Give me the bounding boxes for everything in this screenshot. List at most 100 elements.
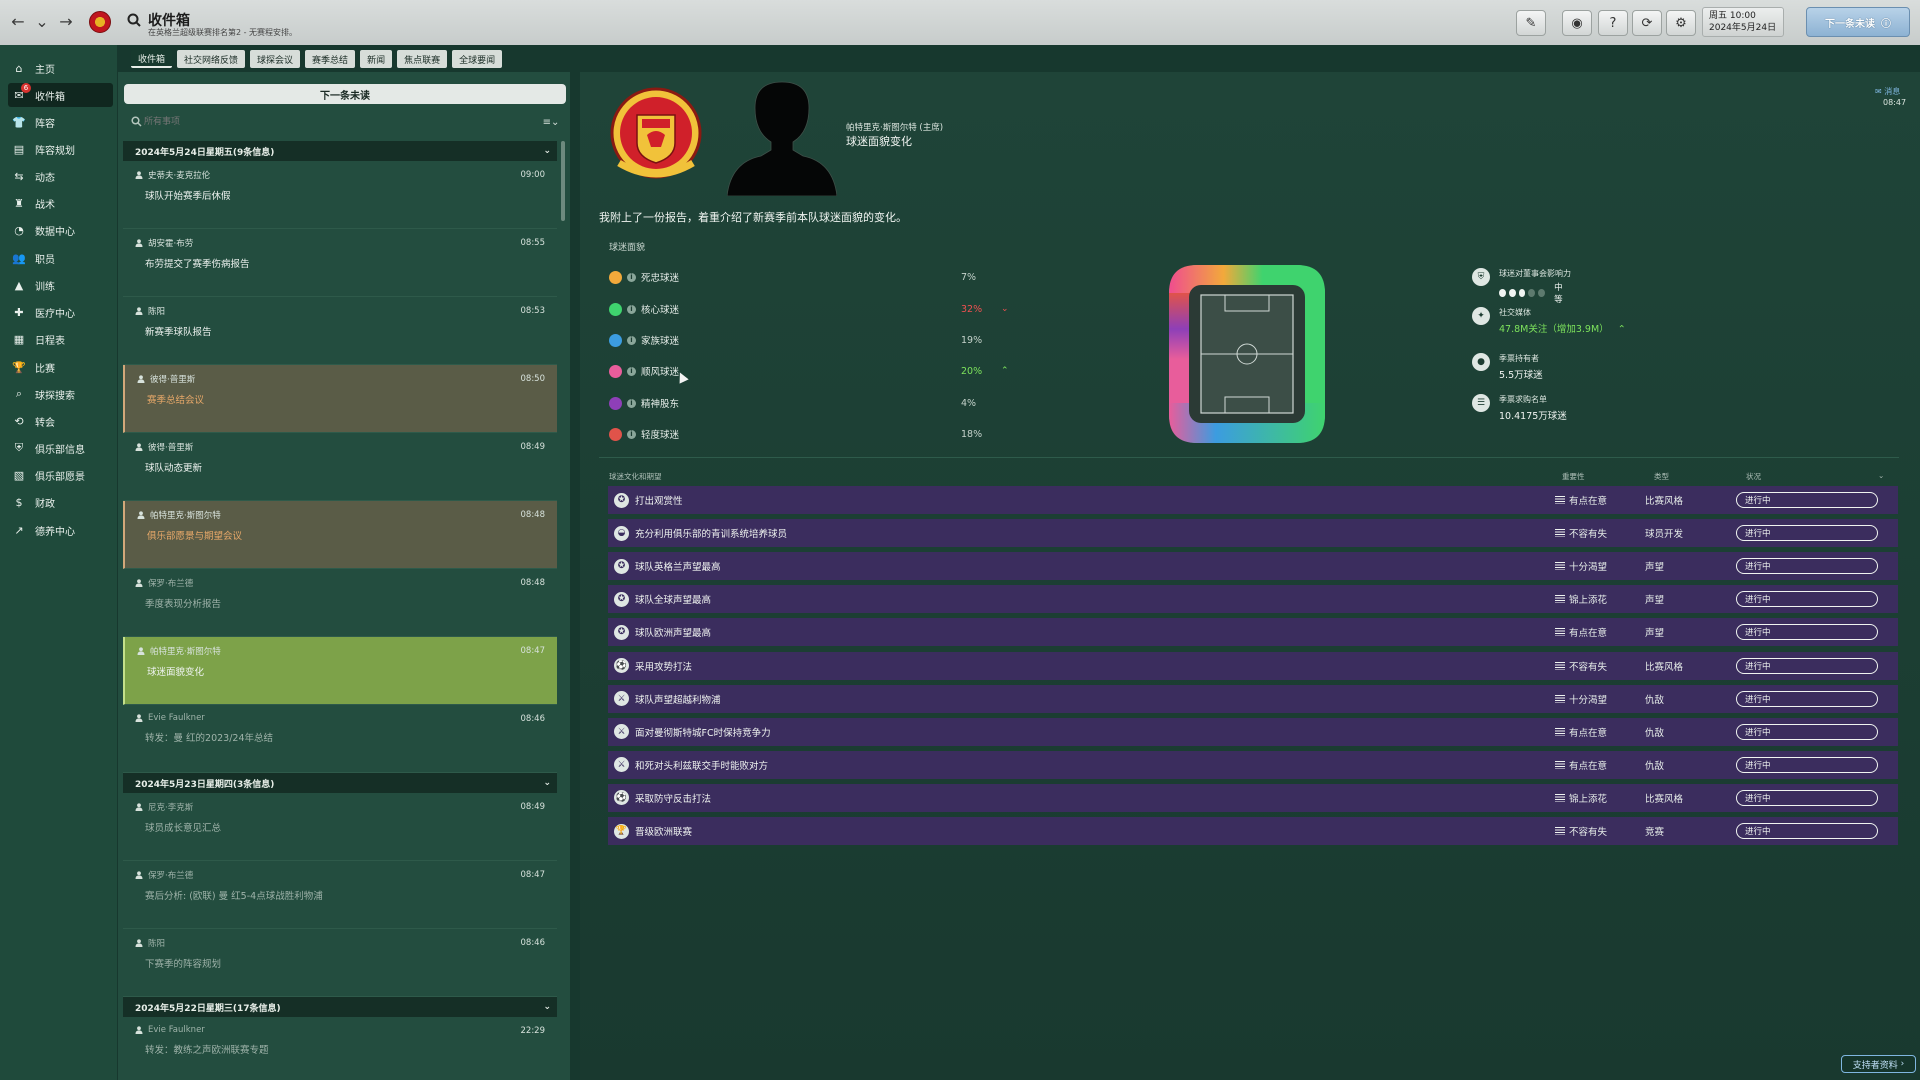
- fan-group-row[interactable]: i 精神股东 4%: [609, 394, 1039, 412]
- sidebar-item[interactable]: ↗ 德养中心: [8, 518, 113, 542]
- sidebar-item[interactable]: ▲ 训练: [8, 273, 113, 297]
- filter-menu-icon[interactable]: ≡⌄: [541, 117, 561, 128]
- sidebar-item[interactable]: ◔ 数据中心: [8, 218, 113, 242]
- settings-button[interactable]: ⚙: [1666, 10, 1696, 36]
- info-icon[interactable]: i: [627, 304, 636, 314]
- message-intro: 我附上了一份报告，着重介绍了新赛季前本队球迷面貌的变化。: [599, 211, 907, 224]
- back-icon[interactable]: ←: [10, 12, 26, 31]
- message-item[interactable]: 胡安霍·布劳 08:55 布劳提交了赛季伤病报告: [123, 229, 557, 297]
- message-item[interactable]: Evie Faulkner 08:46 转发：曼 红的2023/24年总结: [123, 705, 557, 773]
- info-icon[interactable]: i: [627, 335, 636, 345]
- culture-row[interactable]: ⚔ 面对曼彻斯特城FC时保持竞争力 有点在意 仇敌 进行中: [608, 717, 1898, 746]
- culture-status[interactable]: 进行中: [1736, 492, 1878, 508]
- sidebar-item[interactable]: ⟲ 转会: [8, 409, 113, 433]
- club-crest-icon[interactable]: [89, 11, 111, 33]
- fan-group-row[interactable]: i 家族球迷 19%: [609, 331, 1039, 349]
- sidebar-item[interactable]: 👕 阵容: [8, 110, 113, 134]
- culture-status[interactable]: 进行中: [1736, 789, 1878, 806]
- fan-group-row[interactable]: i 顺风球迷 20% ⌃: [609, 362, 1039, 380]
- day-header[interactable]: 2024年5月23日星期四(3条信息) ⌄: [123, 773, 557, 793]
- culture-status[interactable]: 进行中: [1736, 690, 1878, 707]
- supporter-profile-button[interactable]: 支持者资料 ›: [1841, 1055, 1916, 1073]
- forward-icon[interactable]: →: [58, 12, 74, 31]
- sidebar-item[interactable]: ⛨ 俱乐部信息: [8, 436, 113, 460]
- col-type[interactable]: 类型: [1654, 471, 1669, 482]
- inbox-tab[interactable]: 新闻: [360, 50, 393, 68]
- info-icon[interactable]: i: [627, 272, 636, 282]
- scrollbar[interactable]: [561, 141, 565, 221]
- message-item[interactable]: 保罗·布兰德 08:48 季度表现分析报告: [123, 569, 557, 637]
- message-item[interactable]: 彼得·普里斯 08:49 球队动态更新: [123, 433, 557, 501]
- culture-status[interactable]: 进行中: [1736, 624, 1878, 641]
- continue-button[interactable]: 下一条未读 ⓘ: [1806, 7, 1910, 37]
- message-item[interactable]: 彼得·普里斯 08:50 赛季总结会议: [123, 365, 557, 433]
- sidebar-item[interactable]: ♜ 战术: [8, 191, 113, 215]
- help-button[interactable]: ?: [1598, 10, 1628, 36]
- info-icon[interactable]: i: [627, 398, 636, 408]
- culture-row[interactable]: ✪ 球队全球声望最高 锦上添花 声望 进行中: [608, 585, 1898, 614]
- sidebar-item[interactable]: $ 财政: [8, 490, 113, 514]
- fan-group-row[interactable]: i 死忠球迷 7%: [609, 268, 1039, 286]
- message-item[interactable]: 保罗·布兰德 08:47 赛后分析: (欧联) 曼 红5-4点球战胜利物浦: [123, 861, 557, 929]
- message-item[interactable]: 史蒂夫·麦克拉伦 09:00 球队开始赛季后休假: [123, 161, 557, 229]
- message-list[interactable]: 2024年5月24日星期五(9条信息) ⌄ 史蒂夫·麦克拉伦 09:00 球队开始赛季后…: [123, 141, 563, 1080]
- sidebar-item[interactable]: ✉ 收件箱 6: [8, 83, 113, 107]
- edit-button[interactable]: ✎: [1516, 10, 1546, 36]
- search-icon[interactable]: [127, 13, 141, 27]
- filter-input[interactable]: [124, 112, 541, 132]
- sidebar-item[interactable]: ▦ 日程表: [8, 327, 113, 351]
- culture-row[interactable]: ◒ 充分利用俱乐部的青训系统培养球员 不容有失 球员开发 进行中: [608, 519, 1898, 548]
- fan-group-row[interactable]: i 核心球迷 32% ⌄: [609, 300, 1039, 318]
- info-icon[interactable]: i: [627, 429, 636, 439]
- culture-row[interactable]: ⚔ 球队声望超越利物浦 十分渴望 仇敌 进行中: [608, 684, 1898, 713]
- sidebar-item[interactable]: ▤ 阵容规划: [8, 137, 113, 161]
- culture-row[interactable]: 🏆 晋级欧洲联赛 不容有失 竞赛 进行中: [608, 817, 1898, 845]
- culture-status[interactable]: 进行中: [1736, 591, 1878, 608]
- culture-row[interactable]: ⚽ 采用攻势打法 不容有失 比赛风格 进行中: [608, 651, 1898, 680]
- culture-status[interactable]: 进行中: [1736, 558, 1878, 575]
- inbox-tab[interactable]: 赛季总结: [305, 50, 356, 68]
- sidebar-item[interactable]: 🏆 比赛: [8, 355, 113, 379]
- game-date[interactable]: 周五 10:00 2024年5月24日: [1702, 7, 1784, 37]
- culture-status[interactable]: 进行中: [1736, 525, 1878, 542]
- inbox-tab[interactable]: 球探会议: [250, 50, 301, 68]
- culture-row[interactable]: ✪ 打出观赏性 有点在意 比赛风格 进行中: [608, 486, 1898, 514]
- history-icon[interactable]: ⌄: [34, 12, 50, 31]
- sidebar-item[interactable]: ▧ 俱乐部愿景: [8, 463, 113, 487]
- culture-row[interactable]: ✪ 球队英格兰声望最高 十分渴望 声望 进行中: [608, 552, 1898, 581]
- message-item[interactable]: 陈阳 08:46 下赛季的阵容规划: [123, 929, 557, 997]
- day-header[interactable]: 2024年5月22日星期三(17条信息) ⌄: [123, 997, 557, 1017]
- culture-status[interactable]: 进行中: [1736, 657, 1878, 674]
- fm-button[interactable]: ◉: [1562, 10, 1592, 36]
- message-item[interactable]: 帕特里克·斯图尔特 08:47 球迷面貌变化: [123, 637, 557, 705]
- culture-row[interactable]: ⚔ 和死对头利兹联交手时能败对方 有点在意 仇敌 进行中: [608, 750, 1898, 779]
- sidebar-item[interactable]: ⌕ 球探搜索: [8, 382, 113, 406]
- next-unread-button[interactable]: 下一条未读: [124, 84, 566, 104]
- refresh-button[interactable]: ⟳: [1632, 10, 1662, 36]
- message-item[interactable]: 尼克·李克斯 08:49 球员成长意见汇总: [123, 793, 557, 861]
- chevron-down-icon[interactable]: ⌄: [1878, 471, 1884, 480]
- sidebar-item[interactable]: 👥 职员: [8, 246, 113, 270]
- culture-status[interactable]: 进行中: [1736, 823, 1878, 839]
- sidebar-item[interactable]: ⌂ 主页: [8, 56, 113, 80]
- info-icon[interactable]: i: [627, 366, 636, 376]
- sidebar-item[interactable]: ⇆ 动态: [8, 164, 113, 188]
- message-chip[interactable]: ✉ 消息: [1875, 86, 1900, 97]
- sidebar-item[interactable]: ✚ 医疗中心: [8, 300, 113, 324]
- culture-row[interactable]: ⚽ 采取防守反击打法 锦上添花 比赛风格 进行中: [608, 783, 1898, 812]
- culture-status[interactable]: 进行中: [1736, 756, 1878, 773]
- message-item[interactable]: 陈阳 08:53 新赛季球队报告: [123, 297, 557, 365]
- sender-name[interactable]: 帕特里克·斯图尔特 (主席): [846, 121, 943, 133]
- col-importance[interactable]: 重要性: [1562, 471, 1585, 482]
- col-status[interactable]: 状况: [1746, 471, 1761, 482]
- day-header[interactable]: 2024年5月24日星期五(9条信息) ⌄: [123, 141, 557, 161]
- culture-status[interactable]: 进行中: [1736, 723, 1878, 740]
- inbox-tab[interactable]: 焦点联赛: [397, 50, 448, 68]
- inbox-tab[interactable]: 收件箱: [131, 50, 173, 68]
- inbox-tab[interactable]: 全球要闻: [452, 50, 503, 68]
- message-item[interactable]: 帕特里克·斯图尔特 08:48 俱乐部愿景与期望会议: [123, 501, 557, 569]
- culture-row[interactable]: ✪ 球队欧洲声望最高 有点在意 声望 进行中: [608, 618, 1898, 647]
- message-item[interactable]: Evie Faulkner 22:29 转发：教练之声欧洲联赛专题: [123, 1017, 557, 1080]
- inbox-tab[interactable]: 社交网络反馈: [177, 50, 246, 68]
- fan-group-row[interactable]: i 轻度球迷 18%: [609, 425, 1039, 443]
